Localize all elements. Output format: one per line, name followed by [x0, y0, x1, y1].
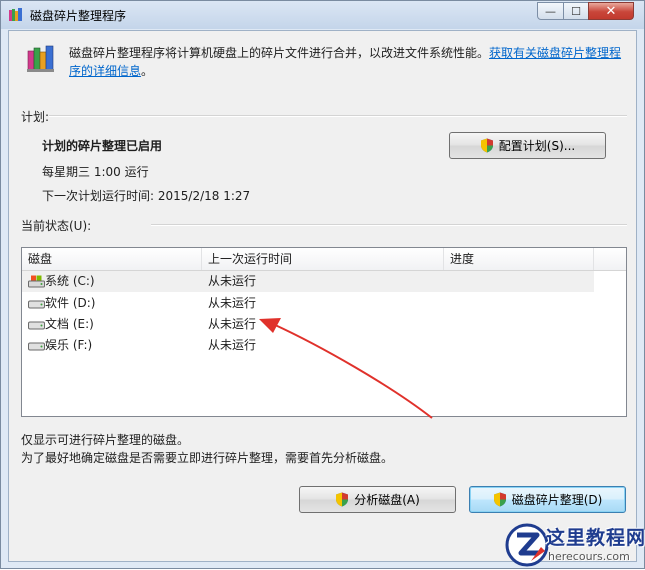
dialog-body: 磁盘碎片整理程序将计算机硬盘上的碎片文件进行合并，以改进文件系统性能。获取有关磁…: [8, 30, 637, 562]
intro-description: 磁盘碎片整理程序将计算机硬盘上的碎片文件进行合并，以改进文件系统性能。: [69, 46, 490, 60]
disk-name: 软件 (D:): [45, 296, 96, 310]
minimize-button[interactable]: —: [537, 2, 564, 20]
status-separator: [151, 224, 627, 226]
configure-schedule-label: 配置计划(S)...: [498, 139, 576, 153]
current-status-label: 当前状态(U):: [21, 219, 92, 233]
watermark-logo-icon: [505, 523, 549, 567]
site-watermark: 这里教程网 herecours.com: [503, 519, 645, 570]
defragment-disk-button[interactable]: 磁盘碎片整理(D): [469, 486, 626, 513]
maximize-icon: ☐: [571, 4, 581, 18]
intro-text: 磁盘碎片整理程序将计算机硬盘上的碎片文件进行合并，以改进文件系统性能。获取有关磁…: [69, 44, 629, 80]
analyze-disk-label: 分析磁盘(A): [354, 493, 420, 507]
defrag-app-icon: [9, 8, 22, 21]
title-bar[interactable]: 磁盘碎片整理程序 — ☐ ✕: [1, 1, 644, 29]
drive-icon: [28, 342, 45, 351]
analyze-disk-button[interactable]: 分析磁盘(A): [299, 486, 456, 513]
schedule-section-label: 计划:: [21, 110, 50, 124]
footer-note-2: 为了最好地确定磁盘是否需要立即进行碎片整理，需要首先分析磁盘。: [21, 451, 394, 465]
minimize-icon: —: [545, 4, 556, 18]
disk-row-c[interactable]: 系统 (C:) 从未运行: [22, 271, 594, 292]
defrag-window: 磁盘碎片整理程序 — ☐ ✕ 磁盘碎片整理程序将计算机硬盘上的碎片文件进行合并，…: [0, 0, 645, 569]
schedule-status: 计划的碎片整理已启用: [42, 139, 163, 153]
schedule-frequency: 每星期三 1:00 运行: [42, 165, 149, 179]
maximize-button[interactable]: ☐: [563, 2, 589, 20]
disk-row-e[interactable]: 文档 (E:) 从未运行: [22, 314, 594, 335]
last-run-value: 从未运行: [208, 296, 257, 310]
disk-row-d[interactable]: 软件 (D:) 从未运行: [22, 293, 594, 314]
watermark-title: 这里教程网: [546, 527, 645, 549]
uac-shield-icon: [493, 492, 506, 507]
footer-note-1: 仅显示可进行碎片整理的磁盘。: [21, 433, 190, 447]
window-title: 磁盘碎片整理程序: [30, 9, 127, 23]
column-progress[interactable]: 进度: [444, 248, 594, 270]
schedule-separator: [49, 115, 627, 117]
last-run-value: 从未运行: [208, 274, 257, 288]
disk-name: 娱乐 (F:): [45, 338, 93, 352]
last-run-value: 从未运行: [208, 317, 257, 331]
defrag-hero-icon: [27, 45, 54, 72]
drive-icon: [28, 321, 45, 330]
column-last-run[interactable]: 上一次运行时间: [202, 248, 444, 270]
disk-list[interactable]: 磁盘 上一次运行时间 进度 系统 (C:) 从未运行 软件 (D:) 从未运行 …: [21, 247, 627, 417]
defragment-disk-label: 磁盘碎片整理(D): [511, 493, 603, 507]
disk-name: 文档 (E:): [45, 317, 94, 331]
uac-shield-icon: [336, 492, 349, 507]
intro-suffix: 。: [141, 64, 154, 78]
uac-shield-icon: [480, 138, 493, 153]
schedule-next-run: 下一次计划运行时间: 2015/2/18 1:27: [42, 189, 251, 203]
system-drive-icon: [28, 275, 45, 288]
disk-name: 系统 (C:): [45, 274, 95, 288]
drive-icon: [28, 300, 45, 309]
configure-schedule-button[interactable]: 配置计划(S)...: [449, 132, 606, 159]
close-button[interactable]: ✕: [588, 2, 634, 20]
disk-list-header: 磁盘 上一次运行时间 进度: [22, 248, 626, 271]
watermark-url: herecours.com: [548, 550, 630, 563]
column-disk[interactable]: 磁盘: [22, 248, 202, 270]
disk-row-f[interactable]: 娱乐 (F:) 从未运行: [22, 335, 594, 356]
close-icon: ✕: [605, 3, 617, 19]
last-run-value: 从未运行: [208, 338, 257, 352]
